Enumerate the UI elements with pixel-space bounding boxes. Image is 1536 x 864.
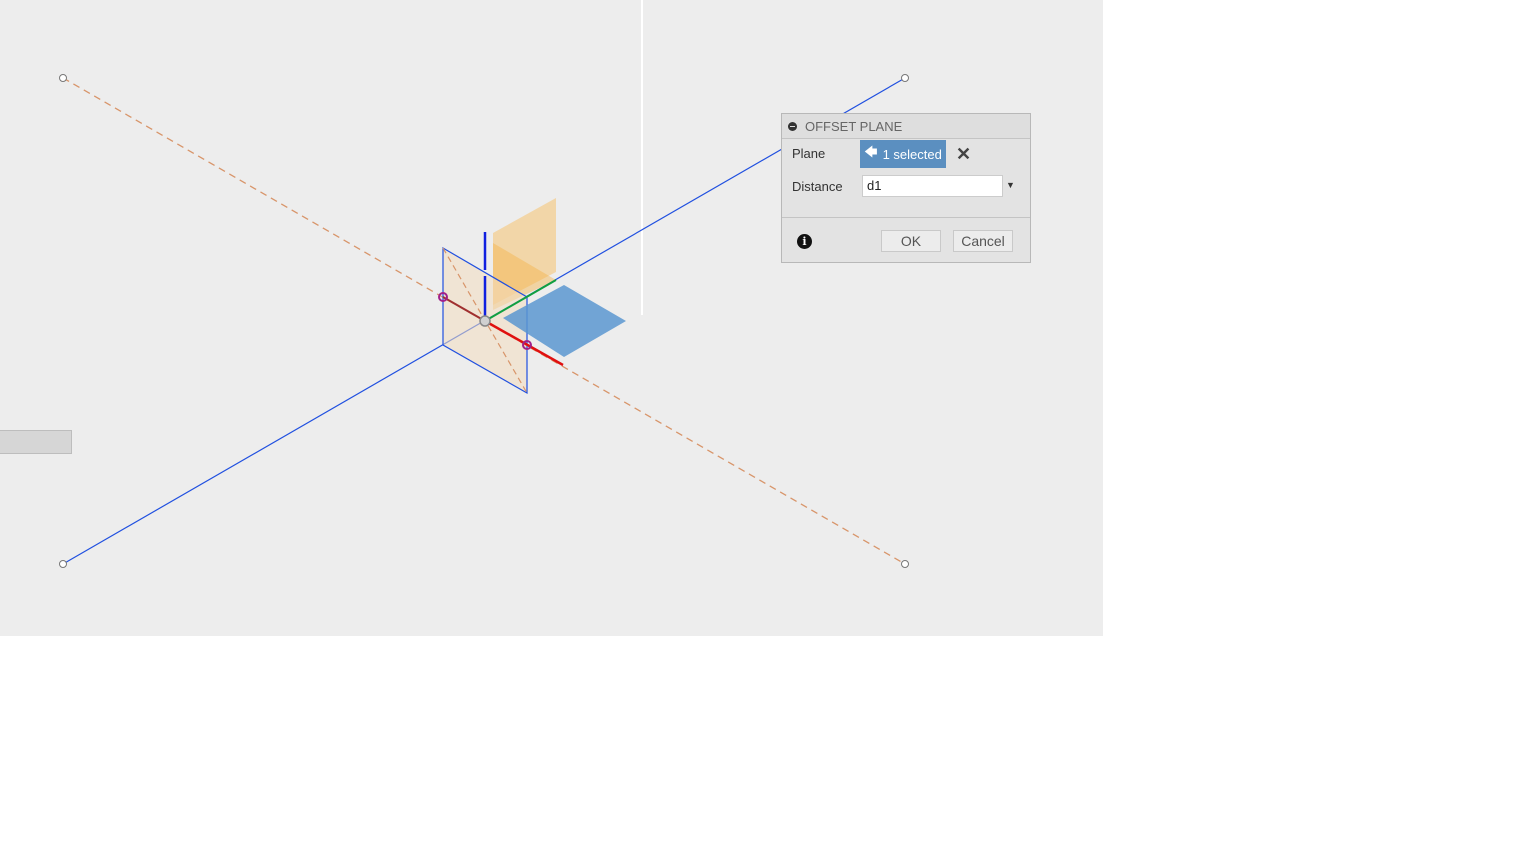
cursor-arrow-icon: 🡄 (864, 144, 878, 159)
3d-viewport[interactable] (0, 0, 1103, 636)
dialog-header[interactable]: OFFSET PLANE (782, 114, 1030, 139)
chevron-down-icon[interactable]: ▼ (1006, 180, 1015, 190)
selection-count: 1 selected (882, 146, 942, 162)
endpoint[interactable] (59, 560, 67, 568)
scene[interactable] (0, 0, 1103, 636)
ok-button[interactable]: OK (881, 230, 941, 252)
side-panel-tab[interactable] (0, 430, 72, 454)
distance-label: Distance (792, 179, 843, 194)
minus-circle-icon[interactable] (788, 121, 797, 131)
plane-label: Plane (792, 146, 826, 161)
distance-input[interactable]: d1 (862, 175, 1003, 197)
endpoint[interactable] (59, 74, 67, 82)
info-icon[interactable]: i (797, 234, 812, 249)
endpoint[interactable] (901, 74, 909, 82)
origin-point[interactable] (479, 315, 491, 327)
plane-selection-button[interactable]: 🡄 1 selected (860, 140, 946, 168)
cancel-button[interactable]: Cancel (953, 230, 1013, 252)
dialog-title: OFFSET PLANE (805, 118, 903, 134)
close-icon[interactable]: ✕ (956, 144, 971, 165)
endpoint[interactable] (901, 560, 909, 568)
dialog-footer: i OK Cancel (782, 217, 1030, 263)
offset-plane-dialog: OFFSET PLANE Plane 🡄 1 selected ✕ Distan… (781, 113, 1031, 263)
